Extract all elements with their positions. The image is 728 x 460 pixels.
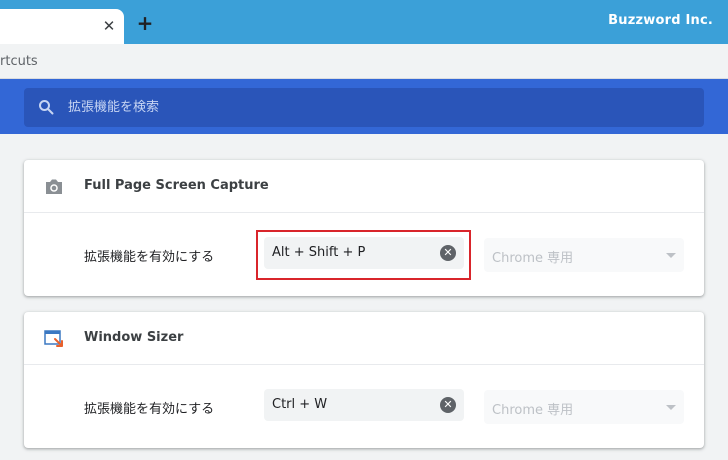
scope-dropdown[interactable]: Chrome 専用 [484, 390, 684, 424]
shortcut-input[interactable]: Ctrl + W ✕ [264, 389, 464, 421]
extension-card-full-page-screen-capture: Full Page Screen Capture 拡張機能を有効にする Alt … [24, 160, 704, 296]
extension-name: Window Sizer [84, 330, 184, 345]
scope-value: Chrome 専用 [492, 403, 574, 418]
search-box[interactable] [24, 88, 704, 127]
scope-dropdown[interactable]: Chrome 専用 [484, 238, 684, 272]
scope-value: Chrome 専用 [492, 251, 574, 266]
search-input[interactable] [68, 88, 688, 127]
shortcut-label: 拡張機能を有効にする [84, 402, 215, 417]
window-resize-icon [44, 330, 63, 347]
brand-name: Buzzword Inc. [608, 13, 713, 28]
address-bar[interactable]: rtcuts [0, 44, 728, 79]
chevron-down-icon [666, 253, 676, 258]
shortcut-label: 拡張機能を有効にする [84, 250, 215, 265]
highlight-box [256, 230, 471, 280]
card-header: Full Page Screen Capture [24, 160, 704, 213]
search-icon [39, 100, 54, 115]
clear-shortcut-icon[interactable]: ✕ [440, 397, 456, 413]
card-header: Window Sizer [24, 312, 704, 365]
browser-tab[interactable]: ✕ [0, 9, 124, 44]
extensions-header [0, 79, 728, 134]
extension-card-window-sizer: Window Sizer 拡張機能を有効にする Ctrl + W ✕ Chrom… [24, 312, 704, 448]
close-tab-icon[interactable]: ✕ [100, 17, 118, 35]
tab-strip: ✕ + Buzzword Inc. [0, 0, 728, 44]
extension-name: Full Page Screen Capture [84, 178, 269, 193]
address-text: rtcuts [0, 54, 38, 69]
new-tab-button[interactable]: + [135, 13, 155, 33]
shortcut-value: Ctrl + W [272, 397, 328, 412]
chevron-down-icon [666, 405, 676, 410]
camera-icon [46, 179, 62, 194]
